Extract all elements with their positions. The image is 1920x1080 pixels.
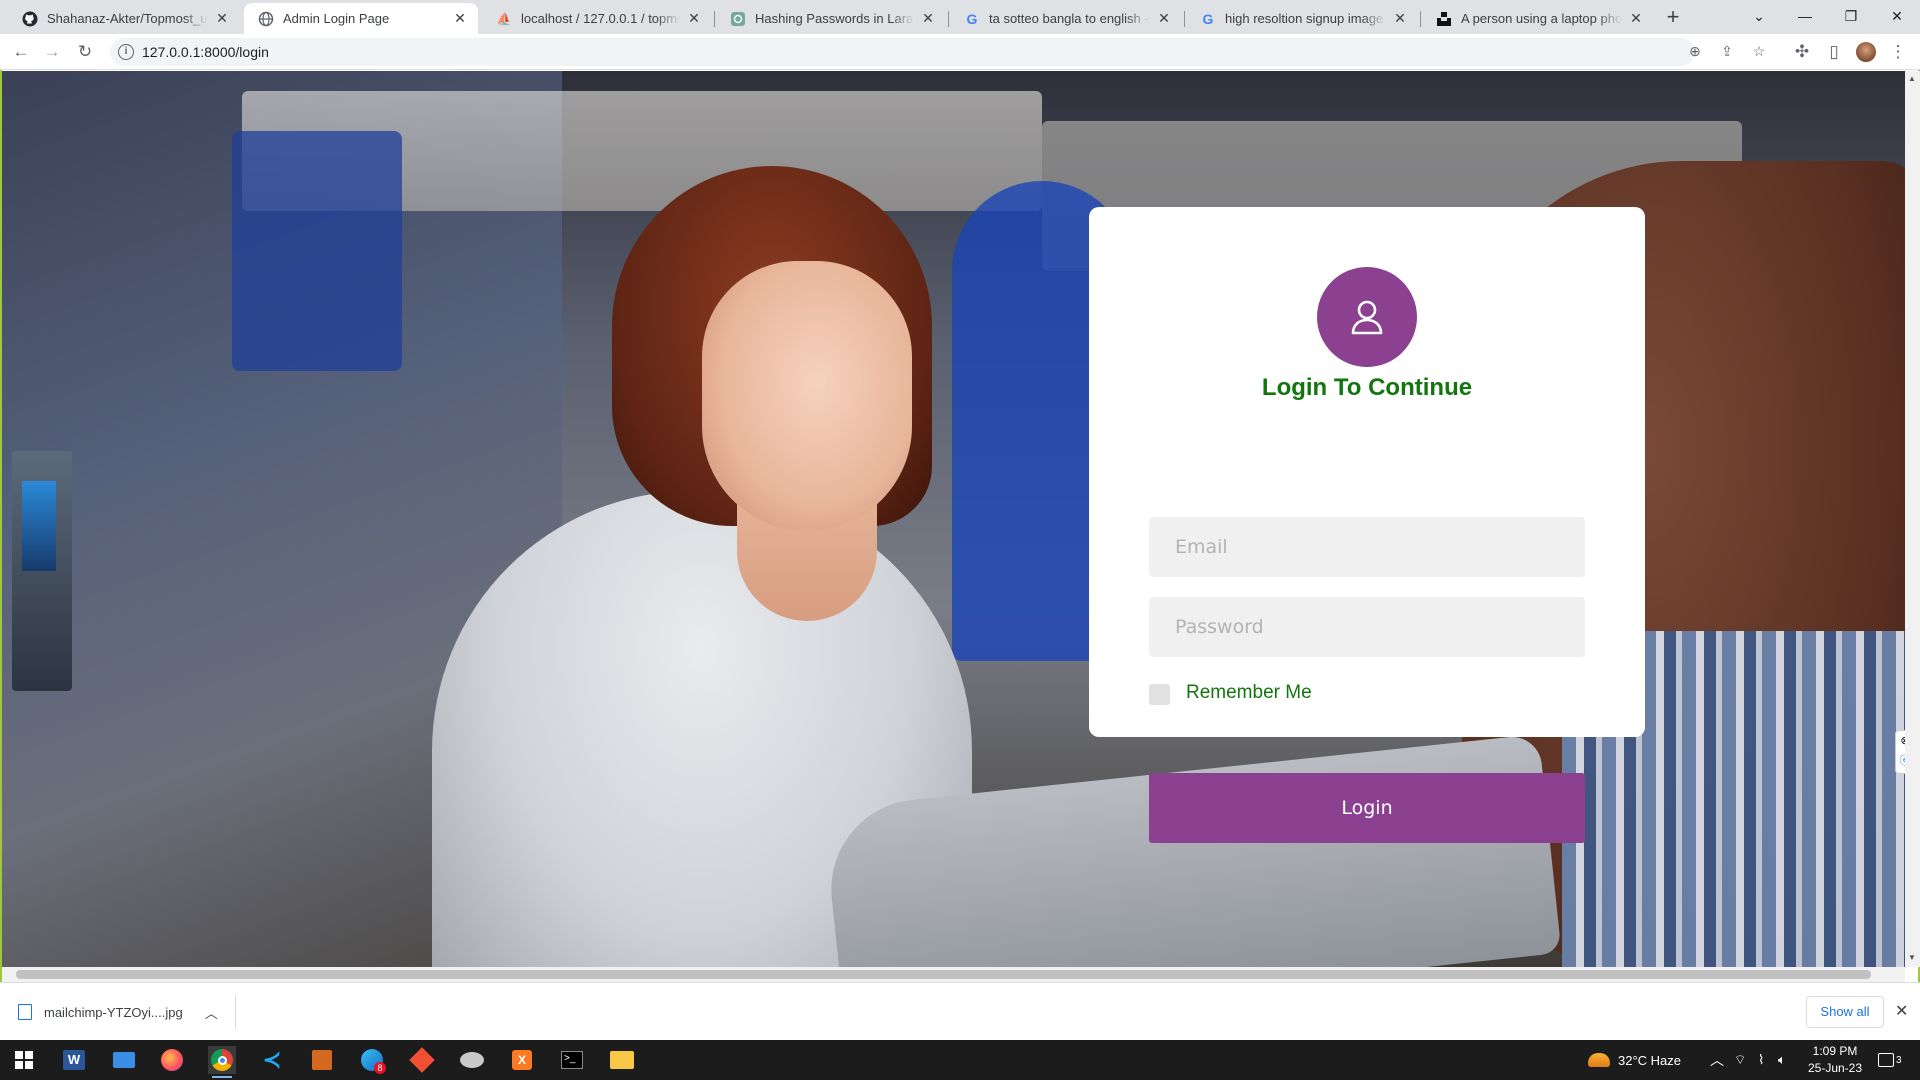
download-shelf: mailchimp-YTZOyi....jpg ︿ Show all ✕ — [0, 982, 1920, 1040]
share-icon[interactable]: ⇪ — [1718, 43, 1736, 61]
side-panel-icon[interactable]: ▯ — [1822, 40, 1846, 64]
weather-icon — [1588, 1053, 1610, 1067]
firefox-icon[interactable] — [158, 1046, 186, 1074]
vscode-icon[interactable]: ≺ — [258, 1046, 286, 1074]
tab-github[interactable]: Shahanaz-Akter/Topmost_updat ✕ — [8, 3, 240, 34]
laptop-app-icon[interactable] — [110, 1046, 138, 1074]
tab-google-image[interactable]: G high resoltion signup image fro ✕ — [1186, 3, 1418, 34]
tab-unsplash[interactable]: A person using a laptop photo - ✕ — [1422, 3, 1654, 34]
profile-avatar[interactable] — [1854, 40, 1878, 64]
tab-strip: Shahanaz-Akter/Topmost_updat ✕ Admin Log… — [0, 0, 1920, 34]
login-title: Login To Continue — [1261, 374, 1473, 401]
restore-button[interactable]: ❐ — [1828, 0, 1874, 32]
notifications-icon[interactable]: 3 — [1878, 1040, 1902, 1080]
chatgpt-icon — [730, 11, 746, 27]
remember-me-checkbox[interactable] — [1149, 684, 1170, 705]
download-filename: mailchimp-YTZOyi....jpg — [44, 1004, 183, 1020]
close-icon[interactable]: ✕ — [1628, 10, 1644, 27]
unsplash-icon — [1436, 11, 1452, 27]
file-explorer-icon[interactable] — [608, 1046, 636, 1074]
close-icon[interactable]: ✕ — [452, 10, 468, 27]
horizontal-scrollbar[interactable] — [2, 967, 1905, 982]
tab-chatgpt[interactable]: Hashing Passwords in Laravel ✕ — [716, 3, 946, 34]
terminal-icon[interactable]: >_ — [558, 1046, 586, 1074]
new-tab-button[interactable]: + — [1660, 5, 1686, 31]
windows-taskbar: W ≺ 8 X >_ 32°C Haze ︿ ⌔ ⌇ 🔈︎ 1:09 PM 25… — [0, 1040, 1920, 1080]
tab-title: Admin Login Page — [283, 11, 390, 26]
close-icon[interactable]: ✕ — [1895, 1001, 1908, 1021]
close-icon[interactable]: ✕ — [686, 10, 702, 27]
url-text: 127.0.0.1:8000/login — [142, 44, 269, 60]
xampp-icon[interactable]: X — [508, 1046, 536, 1074]
close-window-button[interactable]: ✕ — [1874, 0, 1920, 32]
word-icon[interactable]: W — [60, 1046, 88, 1074]
tab-title: Shahanaz-Akter/Topmost_updat — [47, 11, 208, 26]
windows-start-icon[interactable] — [10, 1046, 38, 1074]
password-field[interactable] — [1149, 597, 1585, 657]
github-icon — [22, 11, 38, 27]
google-icon: G — [1202, 10, 1214, 27]
tab-search-icon[interactable]: ⌄ — [1736, 0, 1782, 32]
network-icon[interactable]: ⌔ — [1734, 1040, 1746, 1080]
globe-icon — [258, 11, 274, 27]
git-icon[interactable] — [408, 1046, 436, 1074]
tab-admin-login[interactable]: Admin Login Page ✕ — [244, 3, 478, 34]
sublime-icon[interactable] — [308, 1046, 336, 1074]
user-avatar-icon — [1317, 267, 1417, 367]
edge-icon[interactable]: 8 — [358, 1046, 386, 1074]
tab-title: A person using a laptop photo - — [1461, 11, 1622, 26]
chevron-up-icon[interactable]: ︿ — [205, 1003, 218, 1022]
tab-title: localhost / 127.0.0.1 / topmost_u — [521, 11, 680, 26]
scrollbar-thumb[interactable] — [16, 970, 1871, 979]
notification-badge: 8 — [374, 1062, 386, 1074]
chrome-icon[interactable] — [208, 1046, 236, 1078]
remember-me-label: Remember Me — [1186, 682, 1312, 703]
back-button[interactable]: ← — [9, 40, 33, 64]
browser-toolbar: ← → ↻ i 127.0.0.1:8000/login ⊕ ⇪ ☆ ✣ ▯ ⋮ — [0, 34, 1920, 70]
close-icon[interactable]: ✕ — [1156, 10, 1172, 27]
tab-title: ta sotteo bangla to english - Go — [989, 11, 1150, 26]
address-bar[interactable]: i 127.0.0.1:8000/login ⊕ ⇪ ☆ — [110, 38, 1765, 66]
tab-phpmyadmin[interactable]: ⛵ localhost / 127.0.0.1 / topmost_u ✕ — [482, 3, 712, 34]
menu-kebab-icon[interactable]: ⋮ — [1886, 40, 1910, 64]
system-clock[interactable]: 1:09 PM 25-Jun-23 — [1800, 1043, 1870, 1077]
chevron-up-icon[interactable]: ︿ — [1710, 1040, 1724, 1080]
vertical-scrollbar[interactable]: ▲ ▼ — [1905, 71, 1920, 967]
login-card: Login To Continue Remember Me — [1089, 207, 1645, 737]
tab-title: Hashing Passwords in Laravel — [755, 11, 914, 26]
weather-widget[interactable]: 32°C Haze — [1588, 1040, 1681, 1080]
notification-count: 3 — [1896, 1054, 1902, 1066]
weather-text: 32°C Haze — [1618, 1052, 1682, 1068]
reload-button[interactable]: ↻ — [73, 40, 97, 64]
close-icon[interactable]: ✕ — [1392, 10, 1408, 27]
scroll-down-icon[interactable]: ▼ — [1908, 953, 1916, 962]
tab-google-translate[interactable]: G ta sotteo bangla to english - Go ✕ — [950, 3, 1182, 34]
wifi-icon[interactable]: ⌇ — [1758, 1040, 1764, 1080]
email-field[interactable] — [1149, 517, 1585, 577]
close-icon[interactable]: ✕ — [214, 10, 230, 27]
minimize-button[interactable]: — — [1782, 0, 1828, 32]
scroll-up-icon[interactable]: ▲ — [1908, 74, 1916, 83]
paint-icon[interactable] — [458, 1046, 486, 1074]
extensions-icon[interactable]: ✣ — [1790, 40, 1814, 64]
phpmyadmin-icon: ⛵ — [496, 11, 512, 26]
clock-time: 1:09 PM — [1812, 1044, 1858, 1058]
bookmark-star-icon[interactable]: ☆ — [1750, 43, 1768, 61]
clock-date: 25-Jun-23 — [1807, 1061, 1863, 1075]
tab-title: high resoltion signup image fro — [1225, 11, 1386, 26]
download-item[interactable]: mailchimp-YTZOyi....jpg ︿ — [18, 995, 236, 1029]
site-info-icon[interactable]: i — [118, 44, 134, 60]
volume-icon[interactable]: 🔈︎ — [1778, 1040, 1786, 1080]
close-icon[interactable]: ✕ — [920, 10, 936, 27]
zoom-icon[interactable]: ⊕ — [1686, 43, 1704, 61]
google-icon: G — [966, 10, 978, 27]
login-button[interactable]: Login — [1149, 773, 1585, 843]
show-all-button[interactable]: Show all — [1806, 996, 1884, 1028]
image-file-icon — [18, 1004, 32, 1020]
forward-button[interactable]: → — [40, 40, 64, 64]
